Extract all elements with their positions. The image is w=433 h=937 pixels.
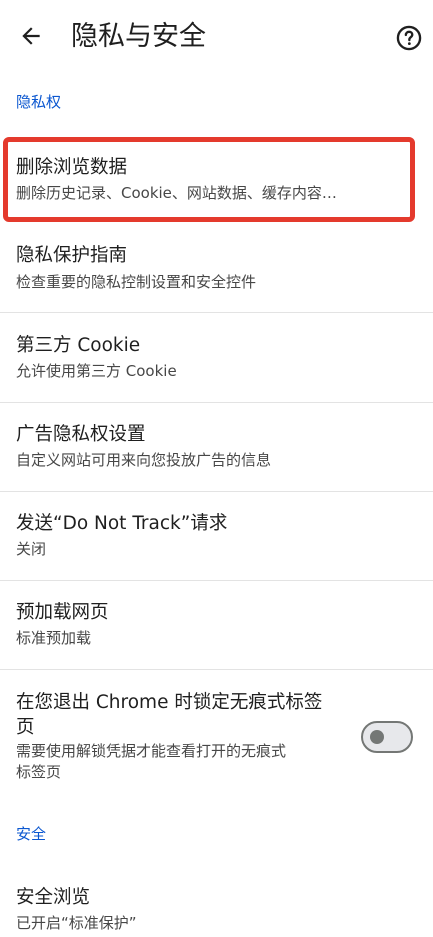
- top-app-bar: 隐私与安全: [0, 0, 433, 76]
- back-button[interactable]: [14, 19, 48, 53]
- help-circle-icon: [396, 25, 422, 51]
- page-title: 隐私与安全: [71, 21, 206, 52]
- item-subtitle: 允许使用第三方 Cookie: [16, 362, 177, 380]
- safe-browsing-item[interactable]: 安全浏览 已开启“标准保护”: [0, 868, 433, 937]
- lock-incognito-toggle[interactable]: [361, 721, 413, 753]
- item-title: 隐私保护指南: [16, 245, 128, 266]
- arrow-left-icon: [22, 27, 40, 45]
- item-subtitle-line2: 标签页: [16, 763, 62, 781]
- highlight-box: [3, 137, 415, 222]
- item-title: 发送“Do Not Track”请求: [16, 513, 228, 534]
- item-title: 广告隐私权设置: [16, 424, 146, 445]
- item-subtitle: 已开启“标准保护”: [16, 914, 137, 932]
- item-title: 安全浏览: [16, 887, 91, 908]
- item-subtitle: 自定义网站可用来向您投放广告的信息: [16, 451, 272, 469]
- item-title: 第三方 Cookie: [16, 335, 141, 356]
- help-button[interactable]: [393, 22, 425, 54]
- do-not-track-item[interactable]: 发送“Do Not Track”请求 关闭: [0, 492, 433, 580]
- toggle-knob: [370, 730, 384, 744]
- preload-pages-item[interactable]: 预加载网页 标准预加载: [0, 581, 433, 669]
- ad-privacy-item[interactable]: 广告隐私权设置 自定义网站可用来向您投放广告的信息: [0, 403, 433, 491]
- privacy-security-screen: 隐私与安全 隐私权 删除浏览数据 删除历史记录、Cookie、网站数据、缓存内容…: [0, 0, 433, 937]
- third-party-cookies-item[interactable]: 第三方 Cookie 允许使用第三方 Cookie: [0, 313, 433, 402]
- item-title: 预加载网页: [16, 602, 109, 623]
- item-subtitle: 检查重要的隐私控制设置和安全控件: [16, 273, 257, 291]
- item-title-line2: 页: [16, 717, 35, 738]
- item-subtitle: 关闭: [16, 540, 47, 558]
- privacy-guide-item[interactable]: 隐私保护指南 检查重要的隐私控制设置和安全控件: [0, 226, 433, 312]
- item-title-line1: 在您退出 Chrome 时锁定无痕式标签: [16, 692, 323, 713]
- section-header-security: 安全: [16, 825, 47, 843]
- item-subtitle: 标准预加载: [16, 629, 92, 647]
- item-subtitle-line1: 需要使用解锁凭据才能查看打开的无痕式: [16, 742, 287, 760]
- section-header-privacy: 隐私权: [16, 93, 62, 111]
